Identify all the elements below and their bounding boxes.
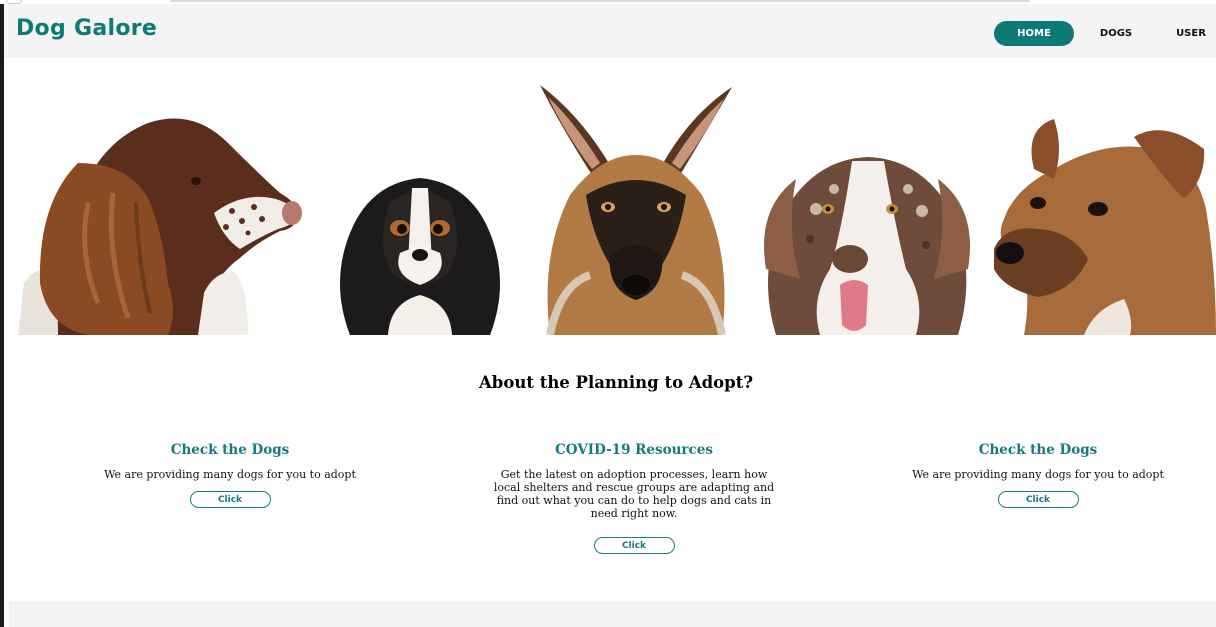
german-shepherd-dog [530, 85, 742, 335]
cavalier-spaniel-dog [330, 163, 510, 335]
site-logo[interactable]: Dog Galore [16, 16, 157, 41]
card-covid-resources: COVID-19 Resources Get the latest on ado… [484, 442, 784, 554]
nav-dogs[interactable]: DOGS [1086, 21, 1146, 46]
click-button-3[interactable]: Click [997, 491, 1079, 508]
card-title: Check the Dogs [170, 442, 290, 458]
click-button-2[interactable]: Click [593, 537, 675, 554]
card-check-dogs-2: Check the Dogs We are providing many dog… [898, 442, 1178, 508]
card-title: Check the Dogs [978, 442, 1098, 458]
card-check-dogs-1: Check the Dogs We are providing many dog… [90, 442, 370, 508]
card-title: COVID-19 Resources [555, 442, 713, 458]
tab-bar-line [170, 0, 1030, 2]
springer-spaniel-dog [18, 103, 308, 335]
nav-user[interactable]: USER [1166, 21, 1216, 46]
merle-shepherd-dog [756, 149, 978, 335]
mixed-breed-dog [994, 119, 1216, 335]
card-text: Get the latest on adoption processes, le… [493, 468, 775, 520]
site-header: Dog Galore HOME DOGS USER [4, 4, 1216, 58]
hero-banner [4, 58, 1216, 348]
card-text: We are providing many dogs for you to ad… [104, 468, 356, 481]
card-text: We are providing many dogs for you to ad… [912, 468, 1164, 481]
click-button-1[interactable]: Click [189, 491, 271, 508]
site-footer [9, 601, 1216, 627]
section-title: About the Planning to Adopt? [478, 373, 753, 392]
nav-home[interactable]: HOME [994, 21, 1074, 46]
